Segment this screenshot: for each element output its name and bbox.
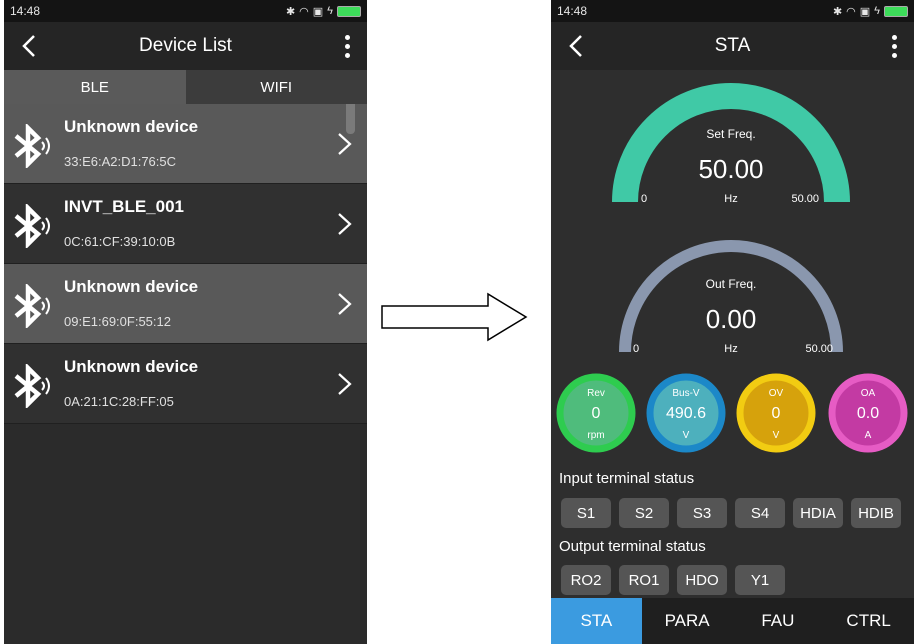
device-list-item[interactable]: Unknown device 33:E6:A2:D1:76:5C — [4, 104, 367, 184]
back-arrow-icon[interactable] — [16, 32, 44, 60]
device-list-item[interactable]: Unknown device 0A:21:1C:28:FF:05 — [4, 344, 367, 424]
device-address: 0A:21:1C:28:FF:05 — [64, 394, 174, 409]
device-list-item[interactable]: INVT_BLE_001 0C:61:CF:39:10:0B — [4, 184, 367, 264]
terminal-s4[interactable]: S4 — [735, 498, 785, 528]
wifi-status-icon: ◠ — [299, 5, 309, 18]
back-arrow-icon[interactable] — [563, 32, 591, 60]
status-icons: ✱ ◠ ▣ ϟ — [286, 5, 361, 18]
terminal-s1[interactable]: S1 — [561, 498, 611, 528]
status-screen: 14:48 ✱ ◠ ▣ ϟ STA Set Freq. 50.00 Hz 0 5… — [551, 0, 914, 644]
battery-icon — [337, 5, 361, 17]
gauge-label: Out Freq. — [706, 277, 757, 291]
terminal-hdib[interactable]: HDIB — [851, 498, 901, 528]
input-terminal-buttons: S1 S2 S3 S4 HDIA HDIB — [561, 498, 901, 528]
status-bar: 14:48 ✱ ◠ ▣ ϟ — [4, 0, 367, 22]
indicator-label: Bus-V — [672, 388, 700, 399]
chevron-right-icon — [338, 213, 352, 235]
status-icons: ✱ ◠ ▣ ϟ — [833, 5, 908, 18]
device-name: Unknown device — [64, 277, 199, 296]
indicator-value: 0 — [772, 405, 781, 422]
terminal-ro2[interactable]: RO2 — [561, 565, 611, 595]
indicator-value: 0.0 — [857, 405, 879, 422]
indicator-unit: rpm — [587, 430, 604, 441]
page-title: STA — [714, 35, 751, 56]
overflow-menu-icon[interactable] — [884, 32, 904, 60]
indicator-unit: A — [865, 430, 872, 441]
indicator-label: Rev — [587, 388, 605, 399]
page-title: Device List — [139, 35, 232, 56]
indicator-unit: V — [773, 430, 780, 441]
indicator-label: OA — [861, 388, 876, 399]
sim-status-icon: ▣ — [859, 5, 871, 18]
nav-para[interactable]: PARA — [642, 598, 733, 644]
gauge-value: 50.00 — [698, 154, 763, 184]
bluetooth-signal-icon — [14, 364, 50, 408]
sim-status-icon: ▣ — [312, 5, 324, 18]
terminal-hdia[interactable]: HDIA — [793, 498, 843, 528]
gauge-unit: Hz — [724, 343, 737, 352]
bluetooth-signal-icon — [14, 284, 50, 328]
bluetooth-status-icon: ✱ — [832, 5, 843, 18]
gauge-max: 50.00 — [805, 343, 833, 352]
bottom-navigation: STA PARA FAU CTRL — [551, 598, 914, 644]
charging-icon: ϟ — [874, 5, 880, 17]
device-name: Unknown device — [64, 357, 199, 376]
app-bar: Device List — [4, 22, 367, 70]
bus-voltage-indicator: Bus-V 490.6 V — [646, 373, 726, 453]
chevron-right-icon — [338, 133, 352, 155]
output-terminal-buttons: RO2 RO1 HDO Y1 — [561, 565, 785, 595]
app-bar: STA — [551, 22, 914, 70]
nav-ctrl[interactable]: CTRL — [823, 598, 914, 644]
bluetooth-status-icon: ✱ — [285, 5, 296, 18]
device-address: 33:E6:A2:D1:76:5C — [64, 154, 177, 169]
terminal-s3[interactable]: S3 — [677, 498, 727, 528]
gauge-label: Set Freq. — [706, 127, 755, 141]
status-time: 14:48 — [10, 4, 41, 18]
terminal-s2[interactable]: S2 — [619, 498, 669, 528]
chevron-right-icon — [338, 293, 352, 315]
charging-icon: ϟ — [327, 5, 333, 17]
gauge-min: 0 — [633, 343, 639, 352]
indicator-label: OV — [769, 388, 784, 399]
terminal-y1[interactable]: Y1 — [735, 565, 785, 595]
indicator-unit: V — [683, 430, 690, 441]
nav-fau[interactable]: FAU — [733, 598, 824, 644]
bluetooth-signal-icon — [14, 124, 50, 168]
overflow-menu-icon[interactable] — [337, 32, 357, 60]
device-address: 09:E1:69:0F:55:12 — [64, 314, 171, 329]
input-terminal-title: Input terminal status — [559, 470, 695, 487]
gauge-value: 0.00 — [706, 304, 757, 334]
device-list-item[interactable]: Unknown device 09:E1:69:0F:55:12 — [4, 264, 367, 344]
transition-arrow-icon — [381, 292, 528, 342]
terminal-ro1[interactable]: RO1 — [619, 565, 669, 595]
chevron-right-icon — [338, 373, 352, 395]
gauge-min: 0 — [641, 193, 647, 202]
scrollbar[interactable] — [346, 104, 355, 134]
device-list-screen: 14:48 ✱ ◠ ▣ ϟ Device List BLE WIFI Unkno… — [4, 0, 367, 644]
status-bar: 14:48 ✱ ◠ ▣ ϟ — [551, 0, 914, 22]
battery-icon — [884, 5, 908, 17]
indicator-value: 490.6 — [666, 405, 706, 422]
output-voltage-indicator: OV 0 V — [736, 373, 816, 453]
tab-wifi[interactable]: WIFI — [185, 70, 367, 104]
output-current-indicator: OA 0.0 A — [828, 373, 908, 453]
connection-tabs: BLE WIFI — [4, 70, 367, 104]
gauge-max: 50.00 — [791, 193, 819, 202]
speed-indicator: Rev 0 rpm — [556, 373, 636, 453]
terminal-hdo[interactable]: HDO — [677, 565, 727, 595]
device-name: Unknown device — [64, 117, 199, 136]
wifi-status-icon: ◠ — [846, 5, 856, 18]
device-name: INVT_BLE_001 — [64, 197, 184, 216]
status-time: 14:48 — [557, 4, 588, 18]
gauge-unit: Hz — [724, 193, 737, 202]
tab-ble[interactable]: BLE — [4, 70, 186, 104]
output-terminal-title: Output terminal status — [559, 538, 706, 555]
device-address: 0C:61:CF:39:10:0B — [64, 234, 176, 249]
indicator-value: 0 — [592, 405, 601, 422]
bluetooth-signal-icon — [14, 204, 50, 248]
output-frequency-gauge: Out Freq. 0.00 Hz 0 50.00 — [619, 240, 843, 352]
device-list: Unknown device 33:E6:A2:D1:76:5C INVT_BLE_… — [4, 104, 367, 424]
nav-sta[interactable]: STA — [551, 598, 642, 644]
set-frequency-gauge: Set Freq. 50.00 Hz 0 50.00 — [612, 83, 850, 202]
